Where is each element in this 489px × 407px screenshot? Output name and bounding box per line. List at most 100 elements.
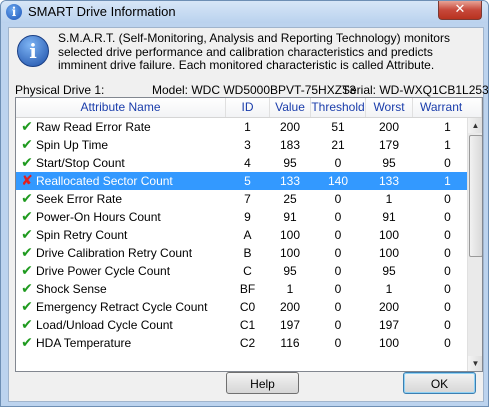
table-row[interactable]: ✔ Shock Sense BF 1 0 1 0: [16, 280, 467, 298]
attribute-name-cell: Raw Read Error Rate: [36, 120, 151, 134]
table-row[interactable]: ✔ Start/Stop Count 4 95 0 95 0: [16, 154, 467, 172]
attribute-threshold-cell: 0: [334, 246, 342, 260]
drive-label: Physical Drive 1:: [15, 83, 105, 97]
attribute-value-cell: 95: [283, 264, 297, 278]
attribute-worst-cell: 1: [385, 192, 393, 206]
window-title: SMART Drive Information: [28, 4, 176, 19]
attribute-worst-cell: 95: [382, 156, 396, 170]
table-header: Attribute Name ID Value Threshold Worst …: [16, 98, 482, 118]
attributes-table: Attribute Name ID Value Threshold Worst …: [15, 97, 483, 372]
attribute-warranty-cell: 0: [444, 336, 451, 350]
attribute-worst-cell: 100: [378, 246, 400, 260]
column-header-attribute-name[interactable]: Attribute Name: [16, 98, 226, 117]
attribute-id-cell: B: [243, 246, 252, 260]
attribute-name-cell: Drive Calibration Retry Count: [36, 246, 193, 260]
table-row[interactable]: ✔ Emergency Retract Cycle Count C0 200 0 200 0: [16, 298, 467, 316]
ok-button[interactable]: OK: [403, 372, 476, 394]
cross-icon: ✘: [21, 173, 33, 189]
attribute-worst-cell: 95: [382, 264, 396, 278]
attribute-threshold-cell: 140: [327, 174, 349, 188]
attribute-threshold-cell: 0: [334, 156, 342, 170]
close-button[interactable]: ✕: [438, 1, 482, 20]
table-row[interactable]: ✔ Drive Calibration Retry Count B 100 0 100 0: [16, 244, 467, 262]
attribute-warranty-cell: 0: [444, 228, 451, 242]
attribute-name-cell: Spin Retry Count: [36, 228, 128, 242]
drive-serial: Serial: WD-WXQ1CB1L2532: [342, 83, 489, 97]
attribute-warranty-cell: 0: [444, 192, 451, 206]
attribute-threshold-cell: 0: [334, 318, 342, 332]
info-icon: i: [6, 4, 22, 20]
table-row[interactable]: ✔ Power-On Hours Count 9 91 0 91 0: [16, 208, 467, 226]
attribute-warranty-cell: 0: [444, 300, 451, 314]
attribute-worst-cell: 133: [378, 174, 400, 188]
check-icon: ✔: [21, 263, 33, 279]
smart-description: S.M.A.R.T. (Self-Monitoring, Analysis an…: [58, 31, 450, 72]
check-icon: ✔: [21, 119, 33, 135]
attribute-worst-cell: 197: [378, 318, 400, 332]
attribute-id-cell: C1: [239, 318, 256, 332]
attribute-id-cell: 1: [244, 120, 251, 134]
attribute-id-cell: BF: [239, 282, 256, 296]
attribute-value-cell: 100: [279, 228, 301, 242]
drive-model: Model: WDC WD5000BPVT-75HXZT3: [152, 83, 357, 97]
attribute-warranty-cell: 0: [444, 156, 451, 170]
attribute-value-cell: 133: [279, 174, 301, 188]
check-icon: ✔: [21, 227, 33, 243]
table-row[interactable]: ✔ Drive Power Cycle Count C 95 0 95 0: [16, 262, 467, 280]
info-icon: i: [17, 35, 49, 67]
help-button[interactable]: Help: [226, 372, 299, 394]
table-row[interactable]: ✔ Spin Up Time 3 183 21 179 1: [16, 136, 467, 154]
column-header-value[interactable]: Value: [270, 98, 311, 117]
attribute-value-cell: 25: [283, 192, 297, 206]
attribute-value-cell: 183: [279, 138, 301, 152]
scroll-thumb[interactable]: [469, 135, 482, 257]
attribute-warranty-cell: 0: [444, 246, 451, 260]
check-icon: ✔: [21, 317, 33, 333]
attribute-worst-cell: 179: [378, 138, 400, 152]
smart-dialog-window: i SMART Drive Information ✕ i S.M.A.R.T.…: [0, 0, 489, 407]
check-icon: ✔: [21, 191, 33, 207]
attribute-threshold-cell: 51: [331, 120, 345, 134]
check-icon: ✔: [21, 281, 33, 297]
attribute-name-cell: Shock Sense: [36, 282, 107, 296]
attribute-id-cell: C0: [239, 300, 256, 314]
attribute-name-cell: Seek Error Rate: [36, 192, 123, 206]
table-row[interactable]: ✔ Seek Error Rate 7 25 0 1 0: [16, 190, 467, 208]
attribute-value-cell: 197: [279, 318, 301, 332]
attribute-value-cell: 116: [280, 336, 300, 350]
drive-info: Physical Drive 1: Model: WDC WD5000BPVT-…: [15, 83, 488, 97]
title-bar[interactable]: i SMART Drive Information ✕: [1, 1, 488, 23]
table-body: ✔ Raw Read Error Rate 1 200 51 200 1 ✔ Spin Up T…: [16, 118, 467, 371]
table-row[interactable]: ✘ Reallocated Sector Count 5 133 140 133 1: [16, 172, 467, 190]
attribute-threshold-cell: 21: [331, 138, 345, 152]
check-icon: ✔: [21, 209, 33, 225]
vertical-scrollbar[interactable]: ▲ ▼: [467, 118, 482, 371]
attribute-name-cell: Spin Up Time: [36, 138, 109, 152]
dialog-body: i S.M.A.R.T. (Self-Monitoring, Analysis …: [8, 27, 488, 402]
column-header-warranty[interactable]: Warrant: [413, 98, 482, 117]
check-icon: ✔: [21, 245, 33, 261]
attribute-id-cell: A: [243, 228, 252, 242]
attribute-value-cell: 200: [279, 120, 301, 134]
column-header-threshold[interactable]: Threshold: [311, 98, 366, 117]
table-row[interactable]: ✔ Raw Read Error Rate 1 200 51 200 1: [16, 118, 467, 136]
attribute-warranty-cell: 0: [444, 282, 451, 296]
attribute-threshold-cell: 0: [334, 210, 342, 224]
table-row[interactable]: ✔ Load/Unload Cycle Count C1 197 0 197 0: [16, 316, 467, 334]
attribute-name-cell: Load/Unload Cycle Count: [36, 318, 173, 332]
attribute-value-cell: 91: [283, 210, 297, 224]
table-row[interactable]: ✔ Spin Retry Count A 100 0 100 0: [16, 226, 467, 244]
scroll-down-button[interactable]: ▼: [468, 356, 482, 371]
check-icon: ✔: [21, 335, 33, 351]
attribute-warranty-cell: 0: [444, 318, 451, 332]
attribute-id-cell: 9: [244, 210, 251, 224]
attribute-id-cell: 7: [244, 192, 251, 206]
attribute-threshold-cell: 0: [334, 300, 342, 314]
attribute-warranty-cell: 0: [444, 264, 451, 278]
table-row[interactable]: ✔ HDA Temperature C2 116 0 100 0: [16, 334, 467, 352]
attribute-threshold-cell: 0: [334, 336, 342, 350]
attribute-name-cell: Emergency Retract Cycle Count: [36, 300, 208, 314]
scroll-up-button[interactable]: ▲: [468, 118, 482, 133]
column-header-id[interactable]: ID: [226, 98, 270, 117]
column-header-worst[interactable]: Worst: [366, 98, 413, 117]
